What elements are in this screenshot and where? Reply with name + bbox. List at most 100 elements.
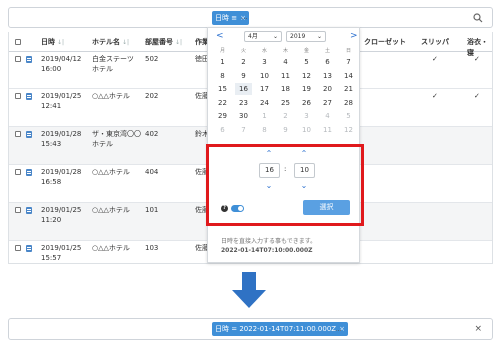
slippers-check-icon: ✓ [432, 55, 438, 63]
year-select[interactable]: 2019 ⌄ [286, 31, 326, 42]
prev-month-icon[interactable]: < [216, 31, 224, 41]
row-hotel: ○△△ホテル [92, 92, 130, 100]
calendar-day[interactable]: 11 [319, 124, 336, 136]
document-icon[interactable] [26, 245, 32, 252]
header-room[interactable]: 部屋番号 ↓| [145, 37, 182, 48]
weekday-label: 木 [282, 48, 288, 54]
calendar-day[interactable]: 4 [277, 56, 294, 68]
row-room: 404 [145, 168, 159, 176]
calendar-day[interactable]: 1 [214, 56, 231, 68]
yukata-check-icon: ✓ [474, 92, 480, 100]
calendar-day[interactable]: 8 [214, 70, 231, 82]
header-hotel[interactable]: ホテル名 ↓| [92, 37, 129, 48]
calendar-day[interactable]: 9 [235, 70, 252, 82]
search-input[interactable]: ... [335, 325, 342, 333]
row-checkbox[interactable] [15, 207, 21, 213]
calendar-day[interactable]: 18 [277, 83, 294, 95]
row-checkbox[interactable] [15, 131, 21, 137]
calendar-day[interactable]: 21 [340, 83, 357, 95]
direct-input-example: 2022-01-14T07:10:00.000Z [221, 247, 313, 254]
weekday-label: 金 [303, 48, 309, 54]
chip-label: 日時 = 2022-01-14T07:11:00.000Z [215, 325, 337, 333]
calendar-day[interactable]: 23 [235, 97, 252, 109]
calendar-day[interactable]: 30 [235, 110, 252, 122]
calendar-day[interactable]: 17 [256, 83, 273, 95]
calendar-day[interactable]: 14 [340, 70, 357, 82]
calendar-day[interactable]: 13 [319, 70, 336, 82]
calendar-day[interactable]: 2 [277, 110, 294, 122]
row-checkbox[interactable] [15, 56, 21, 62]
calendar-day[interactable]: 10 [256, 70, 273, 82]
calendar-day[interactable]: 2 [235, 56, 252, 68]
calendar-day[interactable]: 9 [277, 124, 294, 136]
row-room: 101 [145, 206, 159, 214]
direct-input-hint: 日時を直接入力する事もできます。 [221, 238, 317, 245]
calendar-day[interactable]: 8 [256, 124, 273, 136]
calendar-day[interactable]: 4 [319, 110, 336, 122]
yukata-check-icon: ✓ [474, 55, 480, 63]
calendar-day[interactable]: 27 [319, 97, 336, 109]
row-room: 103 [145, 244, 159, 252]
calendar-day[interactable]: 24 [256, 97, 273, 109]
calendar-day[interactable]: 15 [214, 83, 231, 95]
calendar-day[interactable]: 19 [298, 83, 315, 95]
calendar-day[interactable]: 7 [340, 56, 357, 68]
header-closet[interactable]: クローゼット [364, 37, 406, 48]
chip-label: 日時 ≡ [215, 14, 238, 22]
clear-icon[interactable]: × [474, 324, 482, 334]
calendar-day[interactable]: 28 [340, 97, 357, 109]
arrow-down-icon [232, 272, 266, 308]
top-search-bar[interactable]: 日時 ≡ × ... [8, 7, 493, 28]
row-time: 15:43 [41, 140, 62, 148]
calendar-day[interactable]: 12 [298, 70, 315, 82]
document-icon[interactable] [26, 169, 32, 176]
calendar-day[interactable]: 22 [214, 97, 231, 109]
row-checkbox[interactable] [15, 169, 21, 175]
next-month-icon[interactable]: > [350, 31, 358, 41]
row-checkbox[interactable] [15, 245, 21, 251]
select-all-checkbox[interactable] [15, 39, 21, 45]
row-hotel-line2: ホテル [92, 65, 113, 73]
calendar-day[interactable]: 25 [277, 97, 294, 109]
row-hotel: ○△△ホテル [92, 168, 130, 176]
calendar-day[interactable]: 26 [298, 97, 315, 109]
highlight-frame [206, 144, 364, 226]
calendar-day[interactable]: 20 [319, 83, 336, 95]
calendar-day[interactable]: 6 [319, 56, 336, 68]
row-checkbox[interactable] [15, 93, 21, 99]
calendar-day[interactable]: 29 [214, 110, 231, 122]
date-filter-chip[interactable]: 日時 = 2022-01-14T07:11:00.000Z × [212, 322, 348, 336]
row-hotel: ○△△ホテル [92, 206, 130, 214]
calendar-day[interactable]: 3 [256, 56, 273, 68]
document-icon[interactable] [26, 131, 32, 138]
header-slippers[interactable]: スリッパ [421, 37, 449, 48]
header-date[interactable]: 日時 ↓| [41, 37, 64, 48]
row-room: 502 [145, 55, 159, 63]
weekday-label: 月 [219, 48, 225, 54]
calendar-day[interactable]: 5 [340, 110, 357, 122]
search-icon[interactable] [473, 13, 483, 23]
row-room: 202 [145, 92, 159, 100]
calendar-day[interactable]: 10 [298, 124, 315, 136]
calendar-day[interactable]: 12 [340, 124, 357, 136]
document-icon[interactable] [26, 207, 32, 214]
calendar-day[interactable]: 11 [277, 70, 294, 82]
calendar-day[interactable]: 1 [256, 110, 273, 122]
document-icon[interactable] [26, 56, 32, 63]
slippers-check-icon: ✓ [432, 92, 438, 100]
weekday-label: 土 [324, 48, 330, 54]
weekday-label: 火 [240, 48, 246, 54]
month-select[interactable]: 4月 ⌄ [244, 31, 282, 42]
weekday-label: 日 [345, 48, 351, 54]
search-input[interactable]: ... [241, 13, 248, 21]
bottom-search-bar[interactable]: 日時 = 2022-01-14T07:11:00.000Z × ... × [8, 318, 493, 340]
calendar-day[interactable]: 16 [235, 83, 252, 95]
calendar-day[interactable]: 7 [235, 124, 252, 136]
row-time: 11:20 [41, 216, 62, 224]
calendar-day[interactable]: 5 [298, 56, 315, 68]
weekday-label: 水 [261, 48, 267, 54]
sort-icon: ↓| [122, 39, 130, 46]
document-icon[interactable] [26, 93, 32, 100]
calendar-day[interactable]: 6 [214, 124, 231, 136]
calendar-day[interactable]: 3 [298, 110, 315, 122]
